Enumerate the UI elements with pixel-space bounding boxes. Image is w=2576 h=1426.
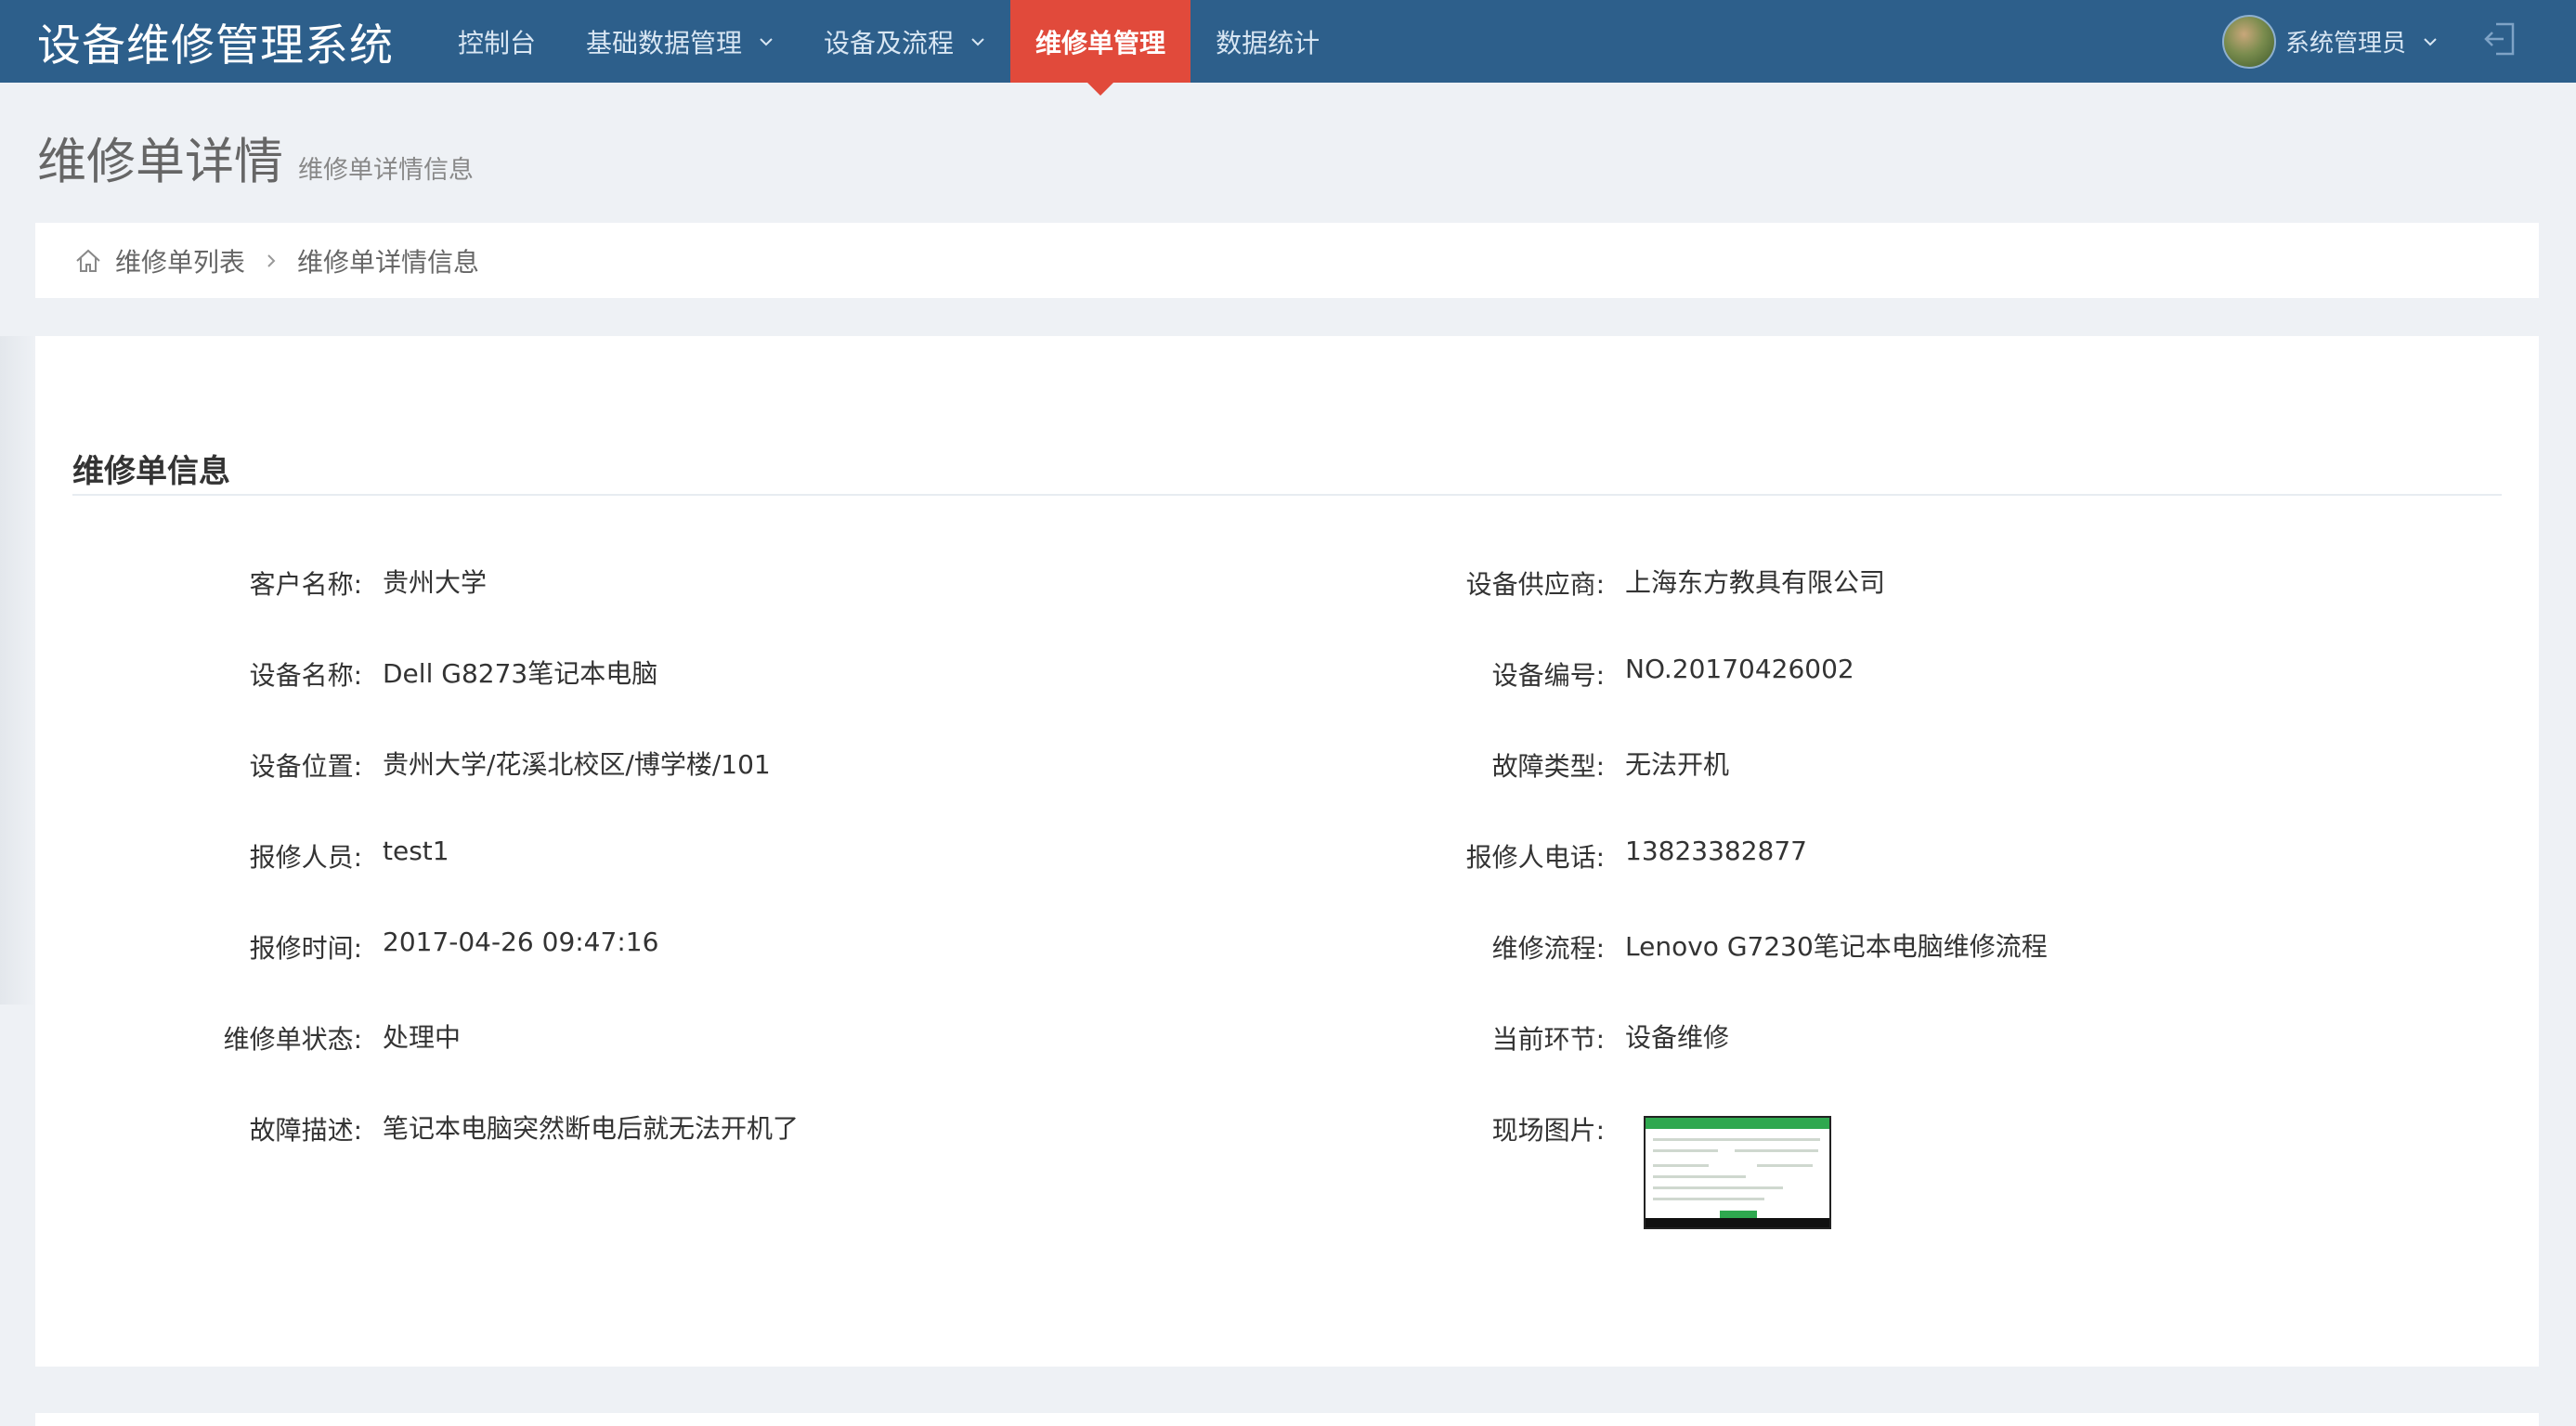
thumb-button: [1720, 1211, 1757, 1218]
home-icon[interactable]: [74, 248, 102, 274]
fault-type-label: 故障类型:: [1491, 751, 1605, 782]
repair-flow-label: 维修流程:: [1491, 933, 1605, 964]
order-info-panel: 维修单信息 客户名称: 贵州大学 设备名称: Dell G8273笔记本电脑 设…: [35, 336, 2539, 1367]
supplier-label: 设备供应商:: [1465, 569, 1605, 600]
supplier-value: 上海东方教具有限公司: [1625, 567, 1886, 598]
report-time-label: 报修时间:: [249, 933, 362, 964]
top-navbar: 设备维修管理系统 控制台 基础数据管理 设备及流程 维修单管理 数据统计 系统管…: [0, 0, 2576, 83]
current-step-value: 设备维修: [1625, 1022, 1730, 1053]
chevron-down-icon: [759, 37, 774, 46]
fault-desc-label: 故障描述:: [249, 1115, 362, 1146]
lower-panel: [35, 1413, 2539, 1426]
nav-item-label: 控制台: [458, 27, 537, 58]
thumb-line: [1653, 1198, 1764, 1200]
reporter-label: 报修人员:: [249, 842, 362, 873]
nav-item-label: 基础数据管理: [586, 27, 743, 58]
thumb-line: [1735, 1149, 1818, 1152]
nav-item-label: 维修单管理: [1035, 27, 1166, 58]
scene-photo-label: 现场图片:: [1491, 1115, 1605, 1146]
order-status-label: 维修单状态:: [223, 1024, 362, 1055]
thumb-line: [1653, 1175, 1746, 1178]
chevron-down-icon: [2423, 37, 2438, 46]
avatar: [2222, 14, 2276, 69]
user-name: 系统管理员: [2285, 30, 2407, 58]
logout-button[interactable]: [2479, 20, 2520, 61]
nav-item-repair-orders[interactable]: 维修单管理: [1010, 0, 1191, 83]
repair-flow-value: Lenovo G7230笔记本电脑维修流程: [1625, 931, 2048, 962]
thumb-line: [1653, 1149, 1718, 1152]
customer-name-label: 客户名称:: [249, 569, 362, 600]
device-location-value: 贵州大学/花溪北校区/博学楼/101: [383, 749, 771, 780]
chevron-down-icon: [970, 37, 985, 46]
logout-icon: [2483, 21, 2517, 60]
thumb-line: [1757, 1164, 1813, 1167]
app-title[interactable]: 设备维修管理系统: [37, 0, 394, 83]
device-no-value: NO.20170426002: [1625, 654, 1854, 684]
device-name-value: Dell G8273笔记本电脑: [383, 658, 658, 689]
customer-name-value: 贵州大学: [383, 567, 488, 598]
breadcrumb: 维修单列表 维修单详情信息: [35, 223, 2539, 298]
nav-item-label: 数据统计: [1216, 27, 1321, 58]
nav-item-basic-data[interactable]: 基础数据管理: [561, 0, 799, 83]
nav-item-label: 设备及流程: [824, 27, 955, 58]
scene-photo-thumbnail[interactable]: [1644, 1116, 1831, 1229]
section-title: 维修单信息: [72, 453, 230, 490]
page-header: 维修单详情 维修单详情信息: [37, 123, 474, 193]
device-no-label: 设备编号:: [1491, 660, 1605, 691]
nav-item-dashboard[interactable]: 控制台: [433, 0, 561, 83]
device-location-label: 设备位置:: [249, 751, 362, 782]
reporter-phone-label: 报修人电话:: [1465, 842, 1605, 873]
thumb-line: [1653, 1164, 1709, 1167]
fault-desc-value: 笔记本电脑突然断电后就无法开机了: [383, 1113, 800, 1144]
page-title: 维修单详情: [37, 134, 283, 190]
order-status-value: 处理中: [383, 1022, 462, 1053]
thumb-header: [1646, 1118, 1829, 1129]
thumb-footer: [1646, 1218, 1829, 1227]
reporter-phone-value: 13823382877: [1625, 836, 1807, 866]
nav-item-devices-flows[interactable]: 设备及流程: [799, 0, 1010, 83]
current-step-label: 当前环节:: [1491, 1024, 1605, 1055]
page-subtitle: 维修单详情信息: [298, 156, 474, 185]
device-name-label: 设备名称:: [249, 660, 362, 691]
nav-item-statistics[interactable]: 数据统计: [1190, 0, 1345, 83]
report-time-value: 2017-04-26 09:47:16: [383, 927, 659, 957]
breadcrumb-current: 维修单详情信息: [297, 246, 480, 278]
section-divider: [72, 494, 2502, 496]
thumb-line: [1653, 1186, 1783, 1189]
reporter-value: test1: [383, 836, 449, 866]
breadcrumb-link-order-list[interactable]: 维修单列表: [115, 242, 245, 279]
fault-type-value: 无法开机: [1625, 749, 1730, 780]
chevron-right-icon: [266, 253, 277, 269]
user-menu[interactable]: 系统管理员: [2222, 0, 2438, 83]
main-nav: 控制台 基础数据管理 设备及流程 维修单管理 数据统计: [433, 0, 1345, 83]
thumb-line: [1653, 1138, 1820, 1141]
